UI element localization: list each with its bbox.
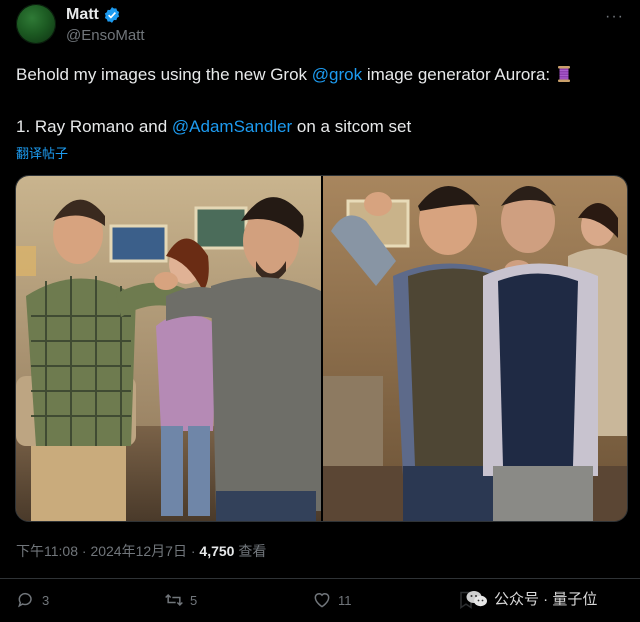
mention-grok[interactable]: @grok	[312, 65, 362, 84]
wechat-icon	[466, 590, 487, 606]
translate-post-link[interactable]: 翻译帖子	[16, 143, 68, 162]
heart-icon	[314, 593, 330, 608]
repost-icon	[165, 593, 183, 607]
tweet-line2-suffix: on a sitcom set	[292, 117, 412, 136]
tweet-meta: 下午11:08 · 2024年12月7日 · 4,750 查看	[16, 541, 266, 561]
tweet-line1-suffix: image generator Aurora:	[362, 65, 555, 84]
more-options-icon[interactable]: ···	[605, 8, 624, 26]
tweet-line2-prefix: 1. Ray Romano and	[16, 117, 172, 136]
verified-badge-icon	[104, 7, 120, 23]
views-count: 4,750	[199, 543, 235, 559]
media-image-left[interactable]	[16, 176, 321, 521]
tweet-line1-prefix: Behold my images using the new Grok	[16, 65, 312, 84]
watermark: 公众号 · 量子位	[460, 586, 604, 611]
repost-button[interactable]: 5	[164, 590, 197, 610]
mention-adamsandler[interactable]: @AdamSandler	[172, 117, 292, 136]
like-count: 11	[338, 592, 352, 608]
tweet-media[interactable]	[15, 175, 628, 522]
thread-spool-icon	[557, 66, 570, 82]
repost-count: 5	[190, 592, 198, 608]
avatar[interactable]	[16, 4, 56, 44]
like-button[interactable]: 11	[312, 590, 352, 610]
views-label: 查看	[234, 543, 267, 559]
meta-separator: ·	[186, 543, 200, 559]
reply-count: 3	[42, 592, 50, 608]
tweet-date[interactable]: 2024年12月7日	[90, 543, 187, 559]
author-name-row[interactable]: Matt	[66, 6, 121, 24]
watermark-text: 公众号 · 量子位	[494, 591, 598, 608]
divider	[0, 578, 640, 579]
media-image-right[interactable]	[323, 176, 627, 521]
reply-icon	[18, 592, 32, 608]
reply-button[interactable]: 3	[16, 590, 49, 610]
meta-separator: ·	[78, 543, 91, 559]
author-handle[interactable]: @EnsoMatt	[66, 27, 145, 44]
tweet-time[interactable]: 下午11:08	[16, 543, 78, 559]
author-name[interactable]: Matt	[66, 6, 99, 24]
tweet-text: Behold my images using the new Grok @gro…	[16, 62, 626, 140]
